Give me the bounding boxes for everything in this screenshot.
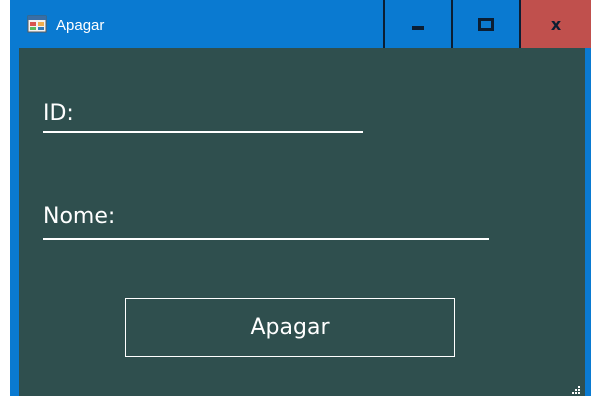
minimize-button[interactable] bbox=[383, 0, 451, 48]
app-window: Apagar x ID: Nome: Apagar bbox=[10, 0, 591, 396]
maximize-icon bbox=[478, 17, 494, 31]
maximize-button[interactable] bbox=[451, 0, 519, 48]
nome-field[interactable] bbox=[43, 238, 489, 240]
id-field[interactable] bbox=[43, 131, 363, 133]
app-window-icon bbox=[27, 14, 47, 34]
minimize-icon bbox=[412, 26, 424, 30]
close-icon: x bbox=[550, 14, 562, 34]
nome-label: Nome: bbox=[43, 204, 116, 229]
id-label: ID: bbox=[43, 101, 74, 126]
resize-grip-icon[interactable] bbox=[571, 382, 581, 394]
title-bar[interactable]: Apagar x bbox=[10, 0, 591, 48]
form-body: ID: Nome: Apagar bbox=[19, 48, 585, 396]
close-button[interactable]: x bbox=[519, 0, 591, 48]
window-title: Apagar bbox=[56, 17, 105, 34]
apagar-button[interactable]: Apagar bbox=[125, 298, 455, 357]
